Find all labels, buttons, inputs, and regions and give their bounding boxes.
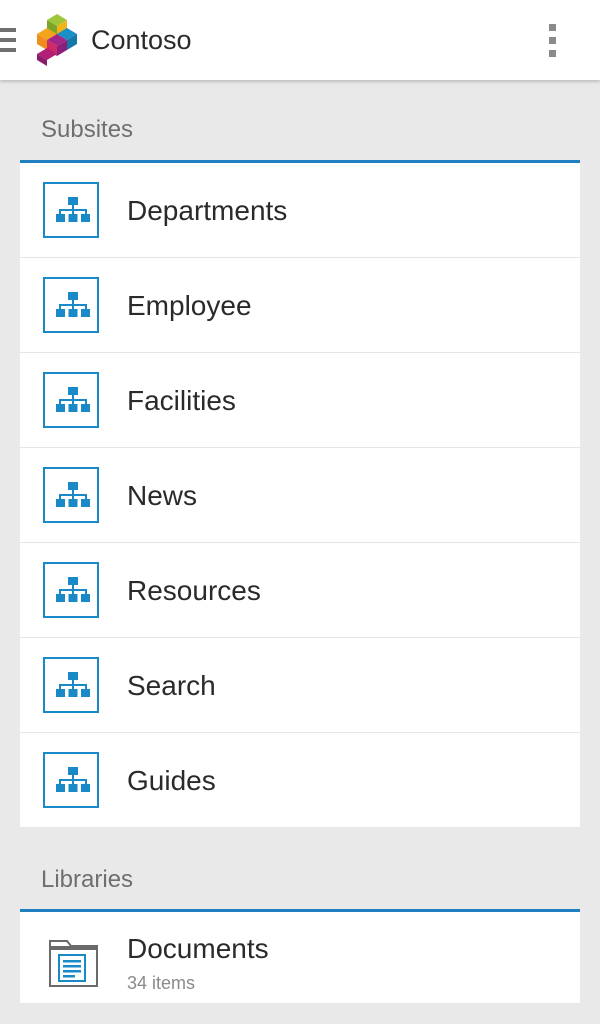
site-hierarchy-icon	[43, 372, 99, 428]
libraries-section-header: Libraries	[41, 866, 134, 893]
subsite-label: Guides	[127, 765, 216, 796]
subsite-item-facilities[interactable]: Facilities	[20, 353, 580, 448]
more-vertical-icon[interactable]	[545, 24, 561, 58]
subsite-item-search[interactable]: Search	[20, 638, 580, 733]
libraries-list: Documents 34 items	[20, 909, 580, 1003]
site-hierarchy-icon	[43, 657, 99, 713]
subsite-label: News	[127, 480, 198, 511]
library-item-documents[interactable]: Documents 34 items	[20, 912, 580, 1003]
subsites-list: Departments Employee Facilities News Res…	[20, 160, 580, 827]
app-bar: Contoso	[0, 0, 600, 80]
subsite-label: Employee	[127, 290, 252, 321]
hamburger-menu-icon[interactable]	[0, 27, 16, 53]
subsites-section-header: Subsites	[41, 116, 134, 143]
site-hierarchy-icon	[43, 562, 99, 618]
subsite-label: Facilities	[127, 385, 236, 416]
subsite-label: Departments	[127, 195, 288, 226]
site-hierarchy-icon	[43, 277, 99, 333]
site-hierarchy-icon	[43, 182, 99, 238]
subsite-label: Search	[127, 670, 216, 701]
subsite-item-employee[interactable]: Employee	[20, 258, 580, 353]
subsite-item-departments[interactable]: Departments	[20, 163, 580, 258]
library-label: Documents	[127, 933, 269, 964]
library-item-count: 34 items	[127, 973, 196, 993]
document-library-icon	[49, 937, 99, 987]
subsite-label: Resources	[127, 575, 261, 606]
subsite-item-news[interactable]: News	[20, 448, 580, 543]
site-hierarchy-icon	[43, 752, 99, 808]
contoso-logo	[33, 14, 77, 66]
app-title: Contoso	[91, 25, 192, 55]
site-hierarchy-icon	[43, 467, 99, 523]
subsite-item-resources[interactable]: Resources	[20, 543, 580, 638]
subsite-item-guides[interactable]: Guides	[20, 733, 580, 827]
